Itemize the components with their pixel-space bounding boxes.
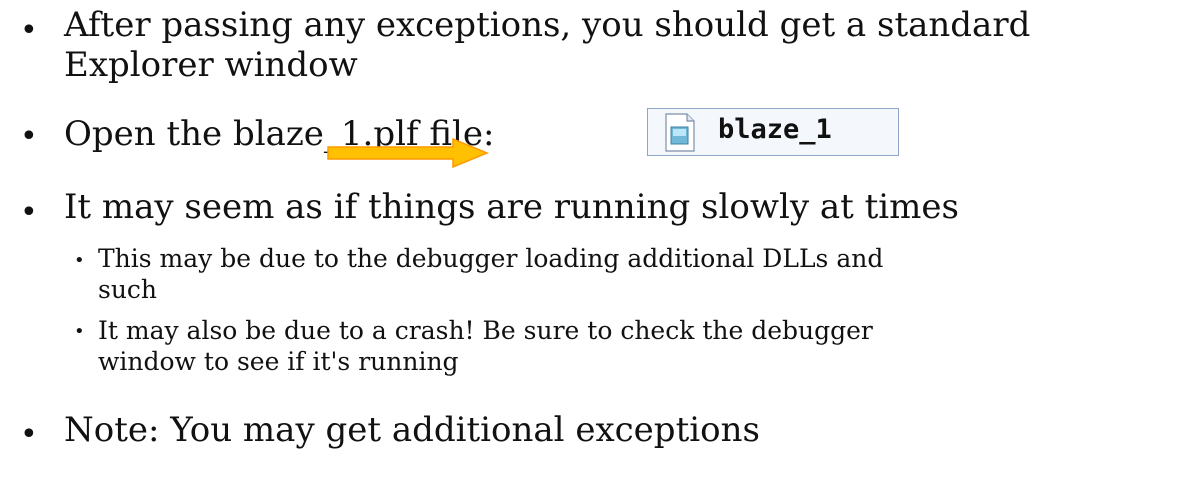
sub-bullet-text-continuation: such [98, 275, 158, 304]
sub-bullet-text-continuation: window to see if it's running [98, 347, 459, 376]
sub-bullet-marker: • [74, 321, 85, 342]
slide: • After passing any exceptions, you shou… [0, 0, 1201, 483]
bullet-text: After passing any exceptions, you should… [64, 5, 1031, 45]
bullet-marker: • [20, 195, 38, 230]
document-icon [665, 113, 695, 152]
file-item-blaze-1[interactable]: blaze_1 [647, 108, 899, 156]
sub-bullet-text: It may also be due to a crash! Be sure t… [98, 316, 873, 345]
bullet-marker: • [20, 13, 38, 48]
bullet-text: It may seem as if things are running slo… [64, 187, 959, 227]
bullet-text-continuation: Explorer window [64, 45, 358, 85]
bullet-marker: • [20, 417, 38, 452]
sub-bullet-marker: • [74, 250, 85, 271]
bullet-text: Note: You may get additional exceptions [64, 410, 760, 450]
bullet-marker: • [20, 119, 38, 154]
right-arrow-icon [327, 138, 489, 168]
sub-bullet-text: This may be due to the debugger loading … [98, 244, 884, 273]
file-name-label: blaze_1 [718, 114, 832, 145]
